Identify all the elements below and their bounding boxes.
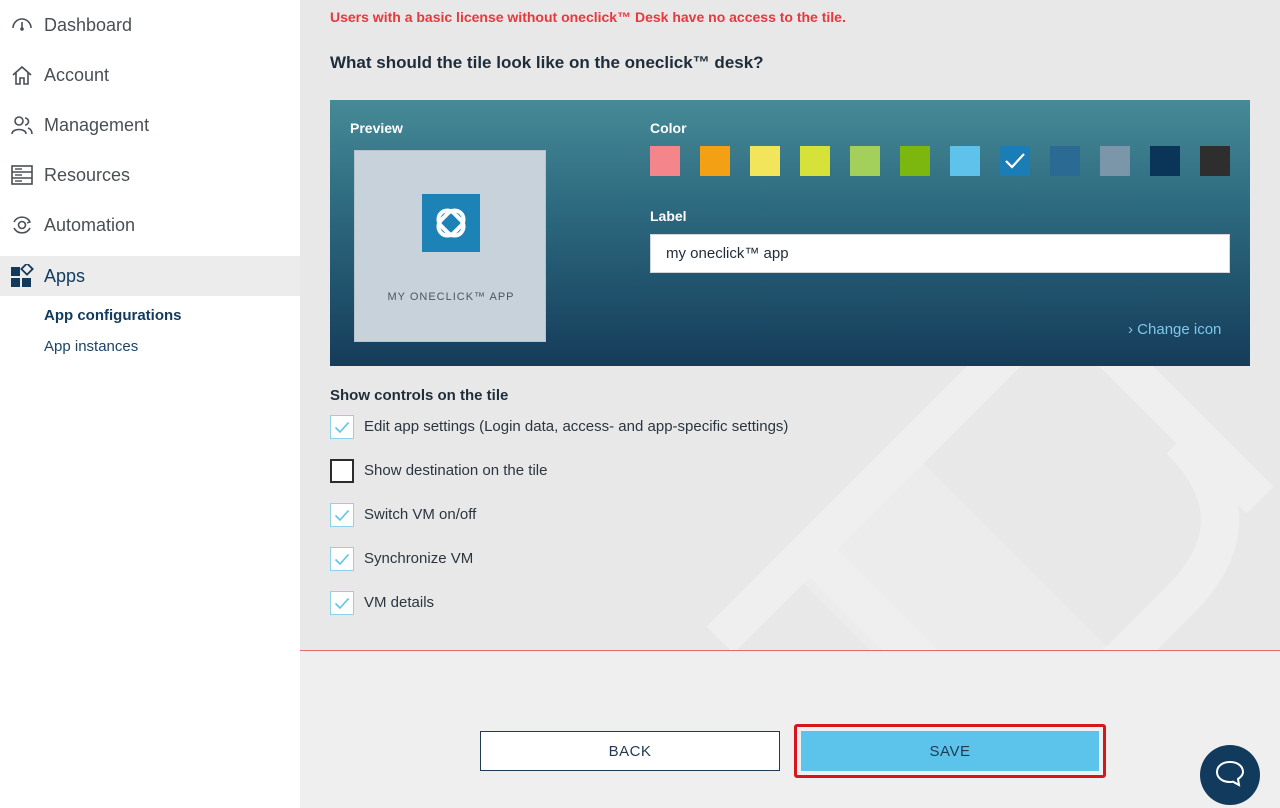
color-swatch[interactable] — [1100, 146, 1130, 176]
dashboard-icon — [10, 13, 34, 37]
server-icon — [10, 163, 34, 187]
label-input[interactable] — [650, 234, 1230, 273]
sidebar-item-apps[interactable]: Apps — [0, 256, 300, 296]
color-swatch[interactable] — [650, 146, 680, 176]
control-checkbox-row[interactable]: Switch VM on/off — [330, 503, 930, 527]
controls-title: Show controls on the tile — [330, 387, 509, 404]
back-button[interactable]: BACK — [480, 731, 780, 771]
checkbox[interactable] — [330, 503, 354, 527]
checkbox-label: Show destination on the tile — [364, 462, 548, 479]
gear-cycle-icon — [10, 213, 34, 237]
home-icon — [10, 63, 34, 87]
control-checkbox-row[interactable]: Show destination on the tile — [330, 459, 930, 483]
color-swatch[interactable] — [900, 146, 930, 176]
color-swatch[interactable] — [1200, 146, 1230, 176]
change-icon-link[interactable]: › Change icon — [1128, 321, 1221, 338]
sidebar-item-label: Management — [44, 114, 150, 135]
tile-preview: MY ONECLICK™ APP — [354, 150, 546, 342]
tile-preview-label: MY ONECLICK™ APP — [387, 291, 515, 303]
control-checkbox-row[interactable]: Edit app settings (Login data, access- a… — [330, 415, 930, 439]
tile-customization-panel: Preview MY ONECLICK™ APP Color Label › C… — [330, 100, 1250, 366]
checkbox-label: VM details — [364, 594, 435, 611]
label-title: Label — [650, 208, 687, 224]
app-logo-icon — [422, 194, 480, 252]
checkbox-label: Switch VM on/off — [364, 506, 477, 523]
apps-icon — [10, 264, 34, 288]
section-heading: What should the tile look like on the on… — [330, 53, 764, 72]
main-content: Users with a basic license without onecl… — [300, 0, 1280, 808]
chat-button[interactable] — [1200, 745, 1260, 805]
users-icon — [10, 113, 34, 137]
color-swatch[interactable] — [700, 146, 730, 176]
checkbox[interactable] — [330, 415, 354, 439]
sidebar: Dashboard Account Management Resources A… — [0, 0, 300, 808]
color-swatch[interactable] — [1050, 146, 1080, 176]
preview-title: Preview — [350, 120, 403, 136]
checkbox[interactable] — [330, 547, 354, 571]
checkbox-label: Edit app settings (Login data, access- a… — [364, 418, 789, 435]
checkbox[interactable] — [330, 459, 354, 483]
checkmark-icon — [334, 597, 350, 609]
control-checkbox-row[interactable]: Synchronize VM — [330, 547, 930, 571]
sidebar-item-label: Automation — [44, 214, 136, 235]
sidebar-item-label: Dashboard — [44, 14, 133, 35]
sidebar-item-resources[interactable]: Resources — [0, 155, 300, 195]
color-swatch[interactable] — [800, 146, 830, 176]
checkmark-icon — [334, 421, 350, 433]
save-button[interactable]: SAVE — [801, 731, 1099, 771]
license-warning: Users with a basic license without onecl… — [330, 9, 846, 25]
color-swatch[interactable] — [750, 146, 780, 176]
checkbox-label: Synchronize VM — [364, 550, 474, 567]
sidebar-item-label: Resources — [44, 164, 131, 185]
color-swatch[interactable] — [1150, 146, 1180, 176]
sidebar-item-label: Account — [44, 64, 110, 85]
checkmark-icon — [334, 509, 350, 521]
sidebar-item-dashboard[interactable]: Dashboard — [0, 5, 300, 45]
sidebar-subitem-app-configurations[interactable]: App configurations — [44, 307, 182, 324]
color-swatch[interactable] — [850, 146, 880, 176]
sidebar-subitem-app-instances[interactable]: App instances — [44, 338, 138, 355]
chat-bubble-icon — [1214, 759, 1246, 792]
color-swatch[interactable] — [950, 146, 980, 176]
sidebar-item-automation[interactable]: Automation — [0, 205, 300, 245]
sidebar-item-account[interactable]: Account — [0, 55, 300, 95]
checkbox[interactable] — [330, 591, 354, 615]
sidebar-item-label: Apps — [44, 265, 86, 286]
sidebar-item-management[interactable]: Management — [0, 105, 300, 145]
color-title: Color — [650, 120, 687, 136]
change-icon-label: Change icon — [1137, 321, 1222, 338]
checkmark-icon — [334, 553, 350, 565]
footer — [300, 651, 1280, 808]
control-checkbox-row[interactable]: VM details — [330, 591, 930, 615]
color-swatch[interactable] — [1000, 146, 1030, 176]
checkmark-icon — [1000, 146, 1030, 176]
chevron-right-icon: › — [1128, 321, 1133, 338]
